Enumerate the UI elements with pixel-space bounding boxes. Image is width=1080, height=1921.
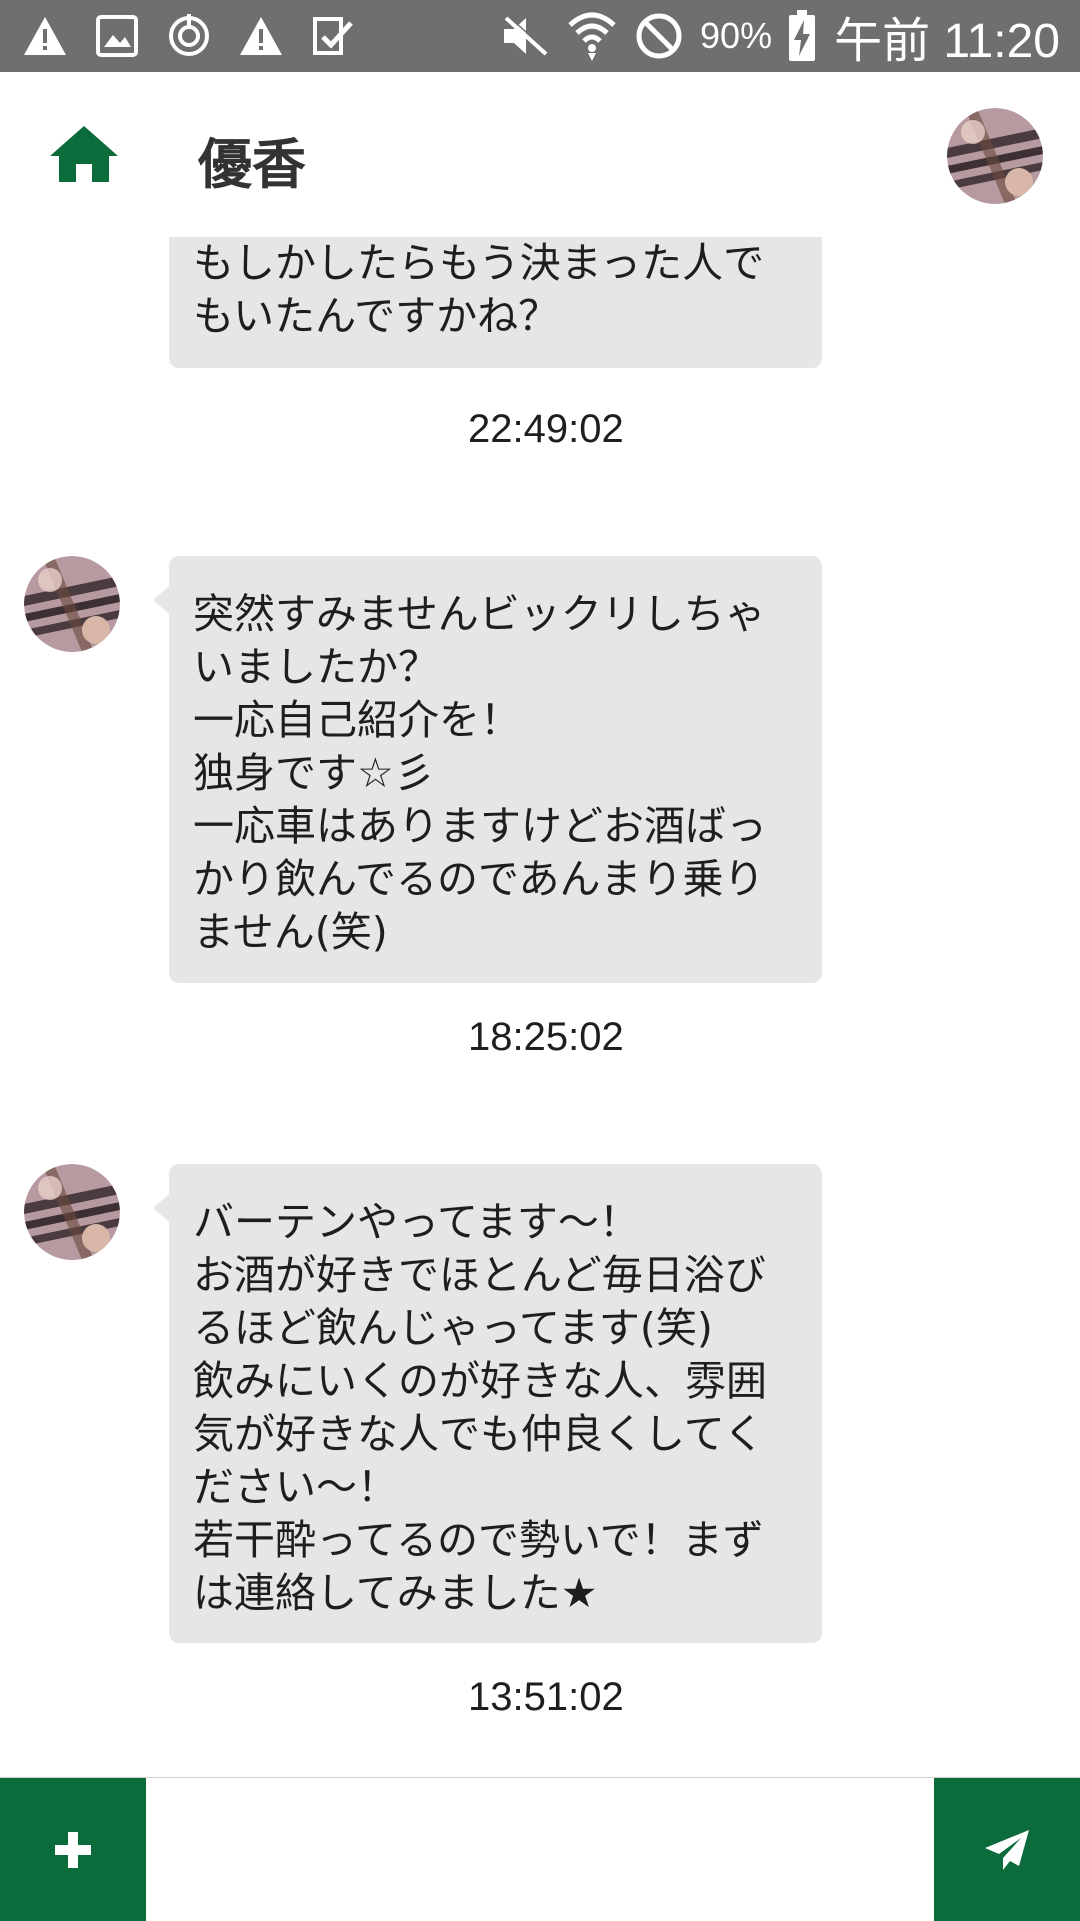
warning-icon: [236, 12, 286, 60]
checklist-icon: [308, 12, 358, 60]
status-bar-system: 90% 午前 11:20: [484, 8, 1060, 68]
sync-icon: [164, 12, 214, 60]
attach-button[interactable]: [0, 1778, 146, 1921]
status-bar: 90% 午前 11:20: [0, 0, 1080, 72]
send-button[interactable]: [934, 1778, 1080, 1921]
avatar[interactable]: [947, 108, 1043, 204]
no-sim-icon: [634, 11, 684, 61]
wifi-icon: [566, 9, 618, 63]
muted-speaker-icon: [500, 14, 550, 58]
message-list[interactable]: もしかしたらもう決まった人でもいたんですかね？ 22:49:02 突然すみません…: [0, 237, 1080, 1777]
battery-charging-icon: [788, 10, 816, 62]
message-bubble: 突然すみませんビックリしちゃいましたか？ 一応自己紹介を！ 独身です☆彡 一応車…: [153, 556, 822, 983]
message-timestamp: 13:51:02: [468, 1675, 624, 1719]
message-input[interactable]: [146, 1778, 934, 1920]
status-clock: 午前 11:20: [834, 15, 1060, 68]
message-bubble: もしかしたらもう決まった人でもいたんですかね？: [169, 237, 822, 368]
message-bubble: バーテンやってます～！ お酒が好きでほとんど毎日浴びるほど飲んじゃってます(笑)…: [153, 1164, 822, 1643]
avatar-image: [24, 556, 120, 652]
page-title: 優香: [198, 133, 306, 196]
avatar-image: [947, 108, 1043, 204]
battery-percentage: 90%: [700, 15, 773, 56]
message-input-bar: [0, 1777, 1080, 1921]
message-timestamp: 18:25:02: [468, 1015, 624, 1059]
home-button[interactable]: [48, 124, 120, 184]
avatar[interactable]: [24, 1164, 120, 1260]
status-bar-notifications: [20, 12, 380, 60]
plus-icon: [55, 1831, 91, 1868]
image-icon: [92, 12, 142, 60]
send-icon: [985, 1829, 1029, 1870]
avatar-image: [24, 1164, 120, 1260]
chat-header: 優香: [0, 72, 1080, 237]
warning-icon: [20, 12, 70, 60]
message-timestamp: 22:49:02: [468, 407, 624, 451]
home-icon: [50, 126, 118, 182]
avatar[interactable]: [24, 556, 120, 652]
